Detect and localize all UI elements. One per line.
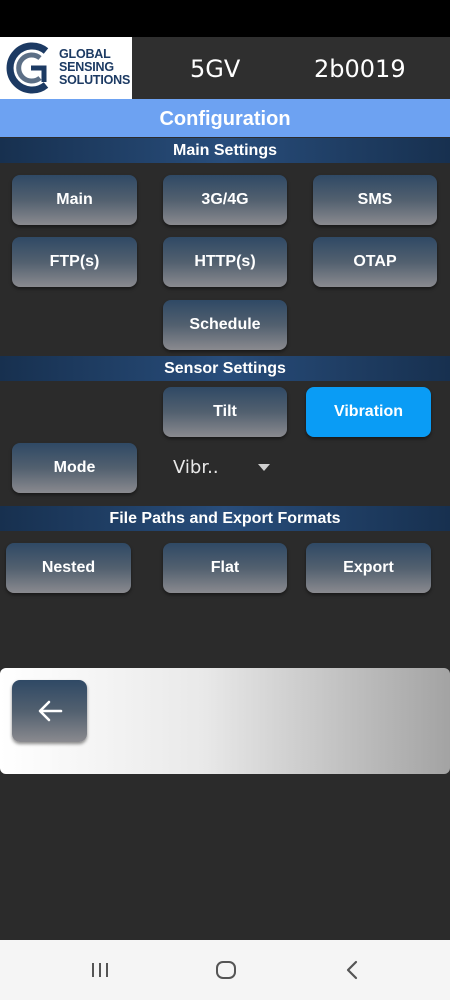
system-nav-bar [0,940,450,1000]
3g-4g-button[interactable]: 3G/4G [163,175,287,225]
back-button[interactable] [12,680,87,742]
company-logo: GLOBAL SENSING SOLUTIONS [0,37,132,99]
device-model: 5GV [190,55,241,83]
http-button[interactable]: HTTP(s) [163,237,287,287]
mode-button[interactable]: Mode [12,443,137,493]
schedule-button[interactable]: Schedule [163,300,287,350]
arrow-left-icon [38,700,63,722]
mode-dropdown-value: Vibr.. [173,457,219,478]
gss-logo-mark [6,42,49,94]
main-button[interactable]: Main [12,175,137,225]
back-panel [0,668,450,774]
app-header: GLOBAL SENSING SOLUTIONS 5GV 2b0019 [0,37,450,99]
main-settings-header: Main Settings [0,138,450,163]
sms-button[interactable]: SMS [313,175,437,225]
sensor-settings-header: Sensor Settings [0,356,450,381]
status-bar [0,0,450,37]
dropdown-caret-icon [258,464,270,471]
vibration-button[interactable]: Vibration [306,387,431,437]
device-id: 2b0019 [314,55,406,83]
mode-dropdown[interactable]: Vibr.. [173,443,283,493]
ftp-button[interactable]: FTP(s) [12,237,137,287]
configuration-title: Configuration [0,99,450,137]
home-icon[interactable] [215,960,237,980]
logo-line-3: SOLUTIONS [59,73,131,87]
file-paths-header: File Paths and Export Formats [0,506,450,531]
nested-button[interactable]: Nested [6,543,131,593]
tilt-button[interactable]: Tilt [163,387,287,437]
otap-button[interactable]: OTAP [313,237,437,287]
logo-text: GLOBAL SENSING SOLUTIONS [59,48,130,87]
recents-icon[interactable] [90,960,110,980]
export-button[interactable]: Export [306,543,431,593]
chevron-left-icon[interactable] [344,960,360,980]
flat-button[interactable]: Flat [163,543,287,593]
